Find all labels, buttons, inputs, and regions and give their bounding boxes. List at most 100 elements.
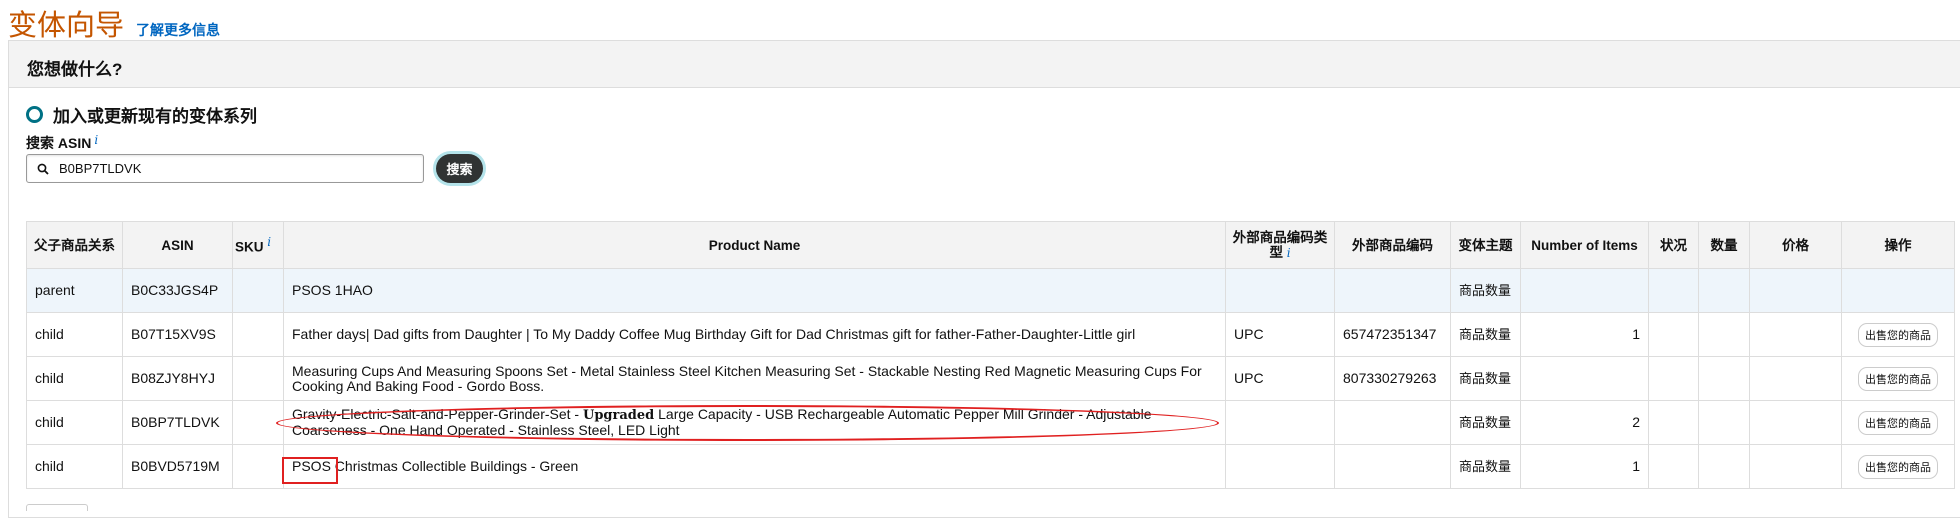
cell-quantity [1698, 312, 1750, 357]
col-theme: 变体主题 [1450, 221, 1521, 269]
cell-items: 1 [1520, 444, 1649, 489]
cell-sku [232, 268, 284, 313]
cell-quantity [1698, 400, 1750, 445]
table-row: child B07T15XV9S Father days| Dad gifts … [26, 312, 1955, 357]
table-row: child B08ZJY8HYJ Measuring Cups And Meas… [26, 356, 1955, 401]
col-ext-code: 外部商品编码 [1334, 221, 1451, 269]
cell-asin: B0C33JGS4P [122, 268, 233, 313]
col-product-name: Product Name [283, 221, 1226, 269]
question-heading: 您想做什么? [27, 60, 123, 79]
cell-product-name: Measuring Cups And Measuring Spoons Set … [283, 356, 1226, 401]
name-bold-part: Upgraded [582, 408, 655, 423]
table-row: child B0BVD5719M PSOS Christmas Collecti… [26, 444, 1955, 489]
cell-sku [232, 444, 284, 489]
cell-ext-code [1334, 400, 1451, 445]
cell-asin: B08ZJY8HYJ [122, 356, 233, 401]
cell-action [1841, 268, 1955, 313]
cell-items: 2 [1520, 400, 1649, 445]
bottom-button-stub[interactable] [26, 504, 88, 511]
search-box[interactable] [26, 154, 424, 183]
cell-ext-code: 807330279263 [1334, 356, 1451, 401]
cell-asin: B0BVD5719M [122, 444, 233, 489]
cell-action: 出售您的商品 [1841, 444, 1955, 489]
name-part: Gravity-Electric-Salt-and-Pepper-Grinder… [292, 406, 583, 422]
cell-theme: 商品数量 [1450, 444, 1521, 489]
cell-ext-code: 657472351347 [1334, 312, 1451, 357]
cell-theme: 商品数量 [1450, 356, 1521, 401]
sell-yours-button[interactable]: 出售您的商品 [1858, 366, 1938, 391]
search-asin-label-text: 搜索 ASIN [26, 135, 92, 151]
cell-asin: B0BP7TLDVK [122, 400, 233, 445]
sell-yours-button[interactable]: 出售您的商品 [1858, 454, 1938, 479]
cell-action: 出售您的商品 [1841, 400, 1955, 445]
cell-ext-code [1334, 444, 1451, 489]
col-relation: 父子商品关系 [26, 221, 123, 269]
cell-product-name: PSOS Christmas Collectible Buildings - G… [283, 444, 1226, 489]
cell-items: 1 [1520, 312, 1649, 357]
table-row: parent B0C33JGS4P PSOS 1HAO 商品数量 [26, 268, 1955, 313]
cell-relation: child [26, 444, 123, 489]
table-header-row: 父子商品关系 ASIN SKU i Product Name 外部商品编码类型 … [26, 221, 1955, 269]
learn-more-link[interactable]: 了解更多信息 [136, 20, 220, 40]
cell-items [1520, 356, 1649, 401]
search-input[interactable] [57, 160, 401, 177]
sell-yours-button[interactable]: 出售您的商品 [1858, 322, 1938, 347]
cell-ext-code [1334, 268, 1451, 313]
table-row: child B0BP7TLDVK Gravity-Electric-Salt-a… [26, 400, 1955, 445]
cell-product-name: PSOS 1HAO [283, 268, 1226, 313]
search-button[interactable]: 搜索 [436, 154, 483, 183]
cell-price [1749, 356, 1842, 401]
cell-ext-type [1225, 400, 1335, 445]
cell-condition [1648, 268, 1699, 313]
cell-condition [1648, 444, 1699, 489]
sku-info-icon[interactable]: i [267, 235, 271, 249]
cell-relation: child [26, 356, 123, 401]
cell-price [1749, 268, 1842, 313]
cell-quantity [1698, 268, 1750, 313]
cell-ext-type: UPC [1225, 356, 1335, 401]
cell-product-name: Father days| Dad gifts from Daughter | T… [283, 312, 1226, 357]
cell-product-name: Gravity-Electric-Salt-and-Pepper-Grinder… [283, 400, 1226, 445]
cell-quantity [1698, 444, 1750, 489]
col-sku: SKU i [232, 221, 284, 269]
question-bar: 您想做什么? [8, 40, 1960, 88]
info-icon[interactable]: i [94, 133, 98, 147]
search-asin-label: 搜索 ASIN i [26, 133, 98, 153]
ext-type-info-icon[interactable]: i [1287, 246, 1291, 260]
cell-ext-type [1225, 444, 1335, 489]
option-add-update[interactable]: 加入或更新现有的变体系列 [26, 102, 257, 127]
col-asin: ASIN [122, 221, 233, 269]
sell-yours-button[interactable]: 出售您的商品 [1858, 410, 1938, 435]
cell-sku [232, 312, 284, 357]
cell-price [1749, 444, 1842, 489]
option-label: 加入或更新现有的变体系列 [53, 107, 257, 126]
cell-price [1749, 400, 1842, 445]
cell-price [1749, 312, 1842, 357]
cell-action: 出售您的商品 [1841, 312, 1955, 357]
cell-ext-type [1225, 268, 1335, 313]
cell-relation: child [26, 312, 123, 357]
page-header: 变体向导 了解更多信息 [8, 2, 220, 42]
cell-condition [1648, 400, 1699, 445]
cell-theme: 商品数量 [1450, 268, 1521, 313]
cell-relation: child [26, 400, 123, 445]
col-ext-type: 外部商品编码类型 i [1225, 221, 1335, 269]
col-ext-type-text: 外部商品编码类型 [1232, 229, 1328, 260]
col-action: 操作 [1841, 221, 1955, 269]
cell-condition [1648, 312, 1699, 357]
cell-action: 出售您的商品 [1841, 356, 1955, 401]
cell-relation: parent [26, 268, 123, 313]
cell-quantity [1698, 356, 1750, 401]
col-quantity: 数量 [1698, 221, 1750, 269]
cell-sku [232, 356, 284, 401]
cell-ext-type: UPC [1225, 312, 1335, 357]
cell-sku [232, 400, 284, 445]
cell-theme: 商品数量 [1450, 312, 1521, 357]
cell-condition [1648, 356, 1699, 401]
page-title: 变体向导 [8, 8, 125, 42]
radio-selected-icon[interactable] [26, 106, 43, 123]
cell-theme: 商品数量 [1450, 400, 1521, 445]
col-items: Number of Items [1520, 221, 1649, 269]
col-condition: 状况 [1648, 221, 1699, 269]
col-sku-text: SKU [235, 239, 264, 255]
